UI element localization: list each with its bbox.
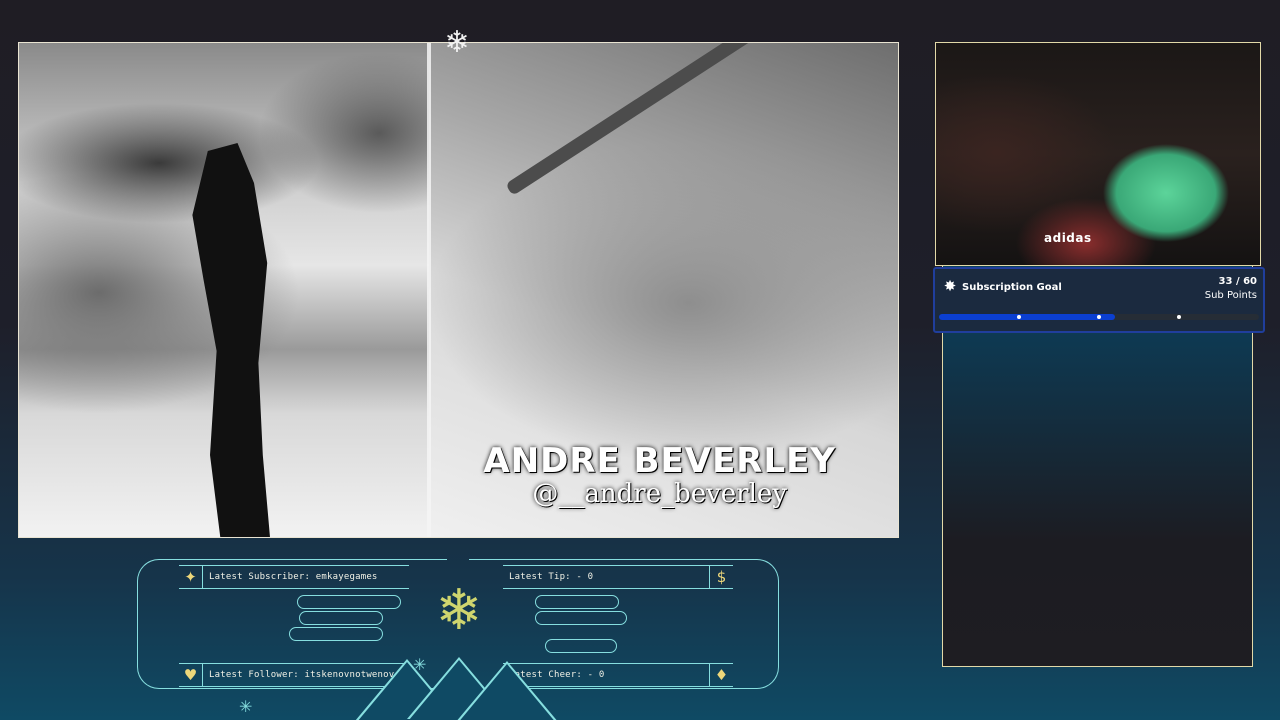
goal-milestone-marker — [1097, 315, 1101, 319]
video-divider — [427, 43, 431, 537]
snowflake-icon: ✳ — [239, 697, 253, 716]
hat-brand-text: adidas — [1044, 231, 1092, 245]
diamond-icon: ♦ — [709, 664, 733, 686]
heart-icon: ♥ — [179, 664, 203, 686]
snowflake-icon: ✳ — [413, 655, 427, 674]
latest-tip-row: Latest Tip: - 0 $ — [503, 565, 733, 589]
goal-title: Subscription Goal — [962, 282, 1062, 293]
star-badge-icon: ✸ — [943, 277, 957, 295]
goal-progress-fill — [939, 314, 1115, 320]
goal-milestone-marker — [1017, 315, 1021, 319]
snowflake-icon: ❄ — [435, 578, 483, 643]
caption-name: ANDRE BEVERLEY — [483, 441, 836, 481]
stream-info-panel: ✦ Latest Subscriber: emkayegames Latest … — [133, 555, 783, 720]
main-video-frame: ANDRE BEVERLEY @__andre_beverley — [18, 42, 899, 538]
goal-progress-track — [939, 314, 1259, 320]
decorative-squiggle — [289, 627, 383, 641]
video-caption: ANDRE BEVERLEY @__andre_beverley — [483, 441, 836, 509]
dollar-icon: $ — [709, 566, 733, 588]
subscription-goal-widget: ✸ Subscription Goal 33 / 60 Sub Points — [933, 267, 1265, 333]
decorative-squiggle — [535, 611, 627, 625]
caption-handle: @__andre_beverley — [532, 479, 788, 509]
goal-count: 33 / 60 — [1218, 276, 1257, 287]
goal-unit: Sub Points — [1204, 290, 1257, 301]
sparkle-icon: ✦ — [179, 566, 203, 588]
latest-subscriber-text: Latest Subscriber: emkayegames — [209, 572, 378, 582]
latest-subscriber-row: ✦ Latest Subscriber: emkayegames — [179, 565, 409, 589]
webcam-feed: adidas — [935, 42, 1261, 266]
latest-tip-text: Latest Tip: - 0 — [509, 572, 594, 582]
mountain-decoration — [457, 664, 557, 720]
goal-milestone-marker — [1177, 315, 1181, 319]
decorative-squiggle — [535, 595, 619, 609]
decorative-squiggle — [299, 611, 383, 625]
snowflake-icon: ❄ — [444, 25, 470, 60]
decorative-squiggle — [297, 595, 401, 609]
decorative-squiggle — [545, 639, 617, 653]
